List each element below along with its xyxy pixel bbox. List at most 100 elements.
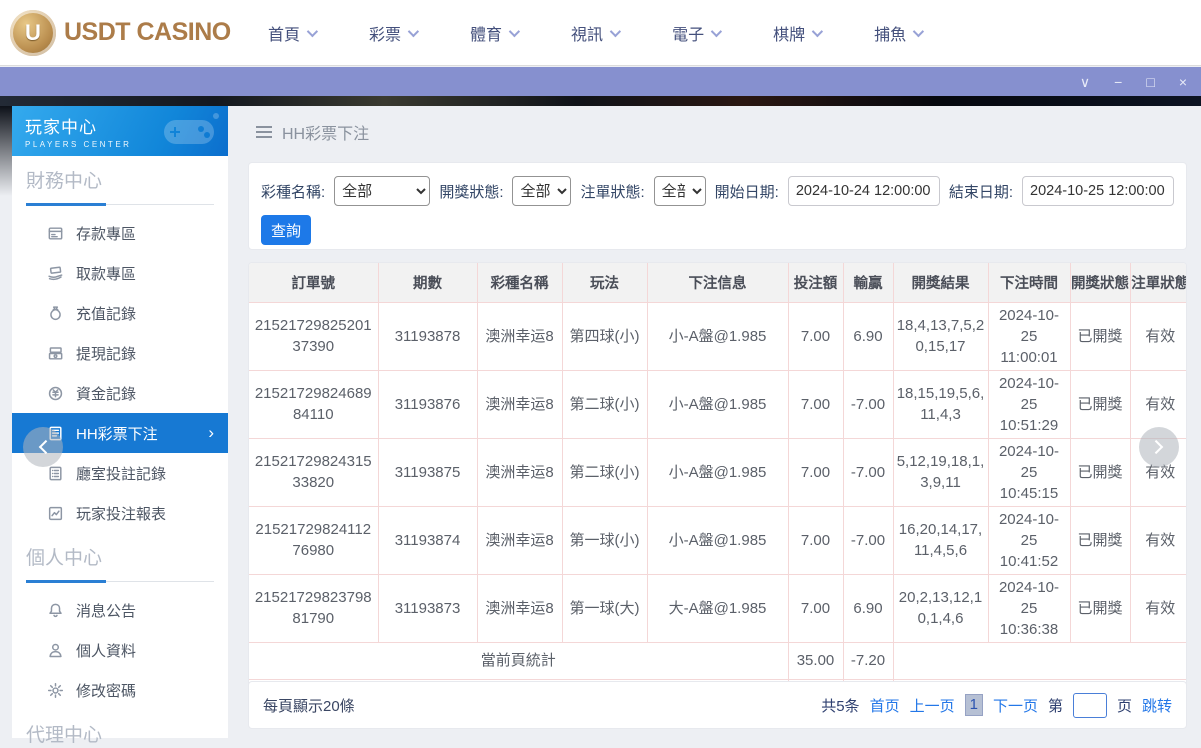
cell-bet-amount: 7.00 bbox=[787, 505, 844, 575]
end-date-input[interactable] bbox=[1022, 176, 1174, 206]
cell-play-type: 第二球(小) bbox=[561, 369, 648, 439]
chevron-down-icon bbox=[710, 25, 723, 37]
cell-bet-amount: 7.00 bbox=[787, 573, 844, 643]
chevron-down-icon[interactable]: ∨ bbox=[1080, 75, 1090, 89]
cell-bet-time: 2024-10-25 10:51:29 bbox=[987, 369, 1071, 439]
nav-item-lottery[interactable]: 彩票 bbox=[369, 21, 420, 45]
cell-bet-time: 2024-10-25 10:45:15 bbox=[987, 437, 1071, 507]
coin-icon bbox=[47, 385, 64, 402]
sidebar-item-label: 廳室投註記錄 bbox=[76, 465, 167, 483]
table-row: 2152172982431533820 31193875 澳洲幸运8 第二球(小… bbox=[249, 437, 1186, 507]
clipboard-icon bbox=[47, 465, 64, 482]
jump-prefix-text: 第 bbox=[1047, 697, 1063, 715]
col-order-status: 注單狀態 bbox=[1129, 263, 1186, 303]
sidebar-item-deposit[interactable]: 存款專區 bbox=[12, 213, 228, 253]
filter-panel: 彩種名稱: 全部 開獎狀態: 全部 注單狀態: 全部 開始日期: 結束日期: 查… bbox=[248, 162, 1187, 250]
cell-win-loss: -7.00 bbox=[842, 369, 894, 439]
cell-lottery-name: 澳洲幸运8 bbox=[476, 505, 563, 575]
wallet-icon bbox=[47, 345, 64, 362]
cell-draw-status: 已開獎 bbox=[1069, 573, 1131, 643]
cell-draw-result: 18,15,19,5,6,11,4,3 bbox=[892, 369, 989, 439]
sidebar-item-player-bet-report[interactable]: 玩家投注報表 bbox=[12, 493, 228, 533]
main-nav: 首頁 彩票 體育 視訊 電子 棋牌 捕魚 bbox=[268, 21, 925, 45]
sidebar-item-label: 消息公告 bbox=[76, 602, 137, 620]
maximize-icon[interactable]: □ bbox=[1146, 75, 1154, 89]
sidebar-menu-finance: 存款專區 取款專區 充值記錄 提現記錄 資金記錄 HH彩票下注 › 廳室投註記錄… bbox=[12, 213, 228, 533]
lottery-name-select[interactable]: 全部 bbox=[334, 176, 431, 206]
banner-strip bbox=[0, 96, 1201, 106]
cell-draw-result: 18,4,13,7,5,20,15,17 bbox=[892, 301, 989, 371]
sidebar-collapse-button[interactable] bbox=[23, 427, 63, 467]
cell-order-status: 有效 bbox=[1129, 573, 1186, 643]
nav-label: 視訊 bbox=[571, 26, 604, 44]
sidebar-item-funds-record[interactable]: 資金記錄 bbox=[12, 373, 228, 413]
nav-label: 彩票 bbox=[369, 26, 402, 44]
cell-period: 31193876 bbox=[377, 369, 478, 439]
col-bet-info: 下注信息 bbox=[646, 263, 789, 303]
nav-item-sports[interactable]: 體育 bbox=[470, 21, 521, 45]
chevron-down-icon bbox=[306, 25, 319, 37]
sidebar-item-label: 提現記錄 bbox=[76, 345, 137, 363]
cell-lottery-name: 澳洲幸运8 bbox=[476, 437, 563, 507]
sidebar-item-announcements[interactable]: 消息公告 bbox=[12, 590, 228, 630]
nav-item-live[interactable]: 視訊 bbox=[571, 21, 622, 45]
table-row: 2152172982520137390 31193878 澳洲幸运8 第四球(小… bbox=[249, 301, 1186, 371]
order-status-select[interactable]: 全部 bbox=[653, 176, 706, 206]
panel-expand-button[interactable] bbox=[1139, 427, 1179, 467]
sidebar-item-label: 個人資料 bbox=[76, 642, 137, 660]
page-jump-input[interactable] bbox=[1072, 692, 1107, 718]
sidebar-menu-personal: 消息公告 個人資料 修改密碼 bbox=[12, 590, 228, 710]
draw-status-label: 開獎狀態: bbox=[439, 183, 504, 201]
col-win-loss: 輸贏 bbox=[842, 263, 894, 303]
col-bet-amount: 投注額 bbox=[787, 263, 844, 303]
nav-item-fishing[interactable]: 捕魚 bbox=[874, 21, 925, 45]
start-date-input[interactable] bbox=[787, 176, 940, 206]
cell-win-loss: 6.90 bbox=[842, 573, 894, 643]
site-logo[interactable]: U USDT CASINO bbox=[10, 9, 231, 56]
person-icon bbox=[47, 642, 64, 659]
bell-icon bbox=[47, 602, 64, 619]
sidebar-item-change-password[interactable]: 修改密碼 bbox=[12, 670, 228, 710]
chevron-down-icon bbox=[407, 25, 420, 37]
sidebar-item-profile[interactable]: 個人資料 bbox=[12, 630, 228, 670]
cell-draw-result: 5,12,19,18,1,3,9,11 bbox=[892, 437, 989, 507]
col-play-type: 玩法 bbox=[561, 263, 648, 303]
sidebar-item-withdraw-record[interactable]: 提現記錄 bbox=[12, 333, 228, 373]
nav-item-cards[interactable]: 棋牌 bbox=[773, 21, 824, 45]
jump-link[interactable]: 跳转 bbox=[1142, 695, 1172, 716]
table-row: 2152172982411276980 31193874 澳洲幸运8 第一球(小… bbox=[249, 505, 1186, 575]
prev-page-link[interactable]: 上一页 bbox=[910, 695, 955, 716]
col-draw-result: 開獎結果 bbox=[892, 263, 989, 303]
next-page-link[interactable]: 下一页 bbox=[993, 695, 1038, 716]
current-page-badge[interactable]: 1 bbox=[964, 694, 983, 716]
sidebar-item-label: 資金記錄 bbox=[76, 385, 137, 403]
cell-bet-time: 2024-10-25 11:00:01 bbox=[987, 301, 1071, 371]
close-icon[interactable]: × bbox=[1179, 75, 1187, 89]
cell-order-no: 2152172982520137390 bbox=[249, 301, 379, 371]
first-page-link[interactable]: 首页 bbox=[870, 695, 900, 716]
cell-period: 31193878 bbox=[377, 301, 478, 371]
cell-order-no: 2152172982431533820 bbox=[249, 437, 379, 507]
cell-bet-time: 2024-10-25 10:36:38 bbox=[987, 573, 1071, 643]
nav-label: 電子 bbox=[672, 26, 705, 44]
hamburger-icon[interactable] bbox=[256, 126, 272, 138]
cell-order-status: 有效 bbox=[1129, 301, 1186, 371]
sidebar-item-label: 存款專區 bbox=[76, 225, 137, 243]
search-button[interactable]: 查詢 bbox=[261, 215, 311, 245]
sidebar-item-withdraw[interactable]: 取款專區 bbox=[12, 253, 228, 293]
chevron-down-icon bbox=[912, 25, 925, 37]
draw-status-select[interactable]: 全部 bbox=[512, 176, 572, 206]
section-title-agent: 代理中心 bbox=[26, 725, 103, 746]
chevron-right-icon bbox=[1149, 439, 1164, 455]
logo-symbol: U bbox=[25, 19, 41, 45]
cell-bet-time: 2024-10-25 10:41:52 bbox=[987, 505, 1071, 575]
nav-item-slots[interactable]: 電子 bbox=[672, 21, 723, 45]
end-date-label: 結束日期: bbox=[948, 183, 1013, 201]
chevron-right-icon: › bbox=[208, 423, 214, 442]
sidebar: 玩家中心 PLAYERS CENTER 財務中心 存款專區 取款專區 充值記錄 bbox=[12, 106, 228, 746]
minimize-icon[interactable]: − bbox=[1114, 75, 1122, 89]
sidebar-item-recharge-record[interactable]: 充值記錄 bbox=[12, 293, 228, 333]
cell-play-type: 第一球(大) bbox=[561, 573, 648, 643]
nav-item-home[interactable]: 首頁 bbox=[268, 21, 319, 45]
page-summary-row: 當前頁統計 35.00 -7.20 bbox=[249, 641, 1186, 680]
